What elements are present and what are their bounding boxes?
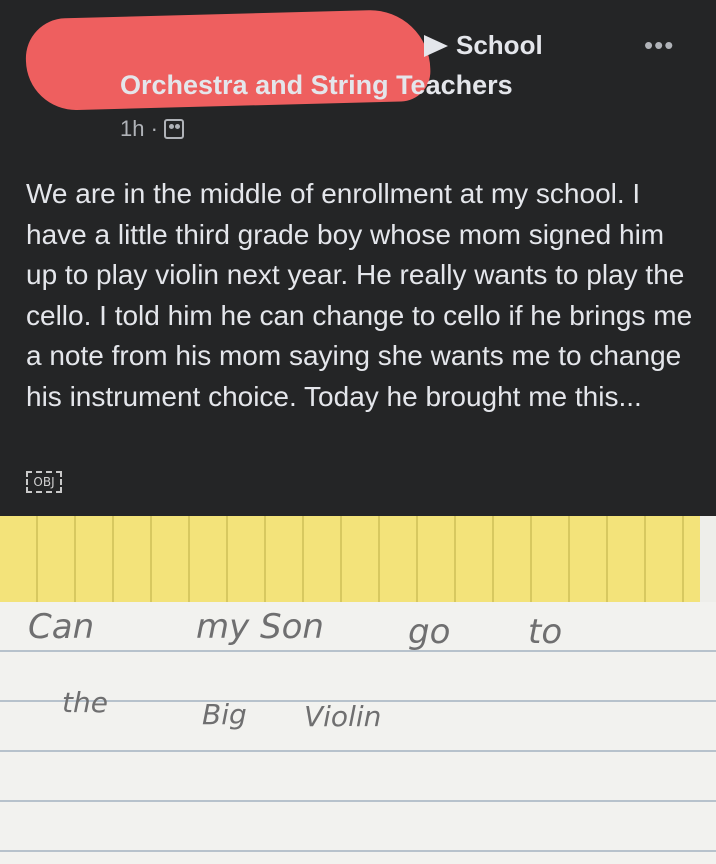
group-name-line1[interactable]: School bbox=[424, 30, 543, 61]
note-word-my-son: my Son bbox=[196, 607, 324, 647]
note-word-violin: Violin bbox=[304, 700, 382, 733]
post-header: School Orchestra and String Teachers 1h … bbox=[0, 0, 716, 150]
group-name-line2[interactable]: Orchestra and String Teachers bbox=[120, 70, 513, 101]
arrow-right-icon bbox=[424, 34, 448, 57]
lined-paper: Can my Son go to the Big Violin bbox=[0, 602, 716, 864]
group-icon bbox=[163, 119, 184, 139]
post-meta: 1h · bbox=[120, 116, 184, 142]
note-word-can: Can bbox=[28, 607, 95, 647]
timestamp[interactable]: 1h · bbox=[120, 116, 158, 142]
facebook-post: School Orchestra and String Teachers 1h … bbox=[0, 0, 716, 864]
post-photo[interactable]: Can my Son go to the Big Violin bbox=[0, 516, 716, 864]
object-placeholder-icon: OBJ bbox=[26, 471, 62, 493]
note-word-to: to bbox=[528, 612, 563, 652]
post-text: We are in the middle of enrollment at my… bbox=[26, 178, 693, 412]
note-word-big: Big bbox=[202, 698, 247, 731]
yellow-notepad bbox=[0, 516, 700, 604]
note-word-go: go bbox=[408, 612, 451, 652]
more-options-button[interactable]: ••• bbox=[644, 30, 674, 61]
note-word-the: the bbox=[62, 686, 108, 719]
group-name-part1[interactable]: School bbox=[456, 30, 543, 61]
